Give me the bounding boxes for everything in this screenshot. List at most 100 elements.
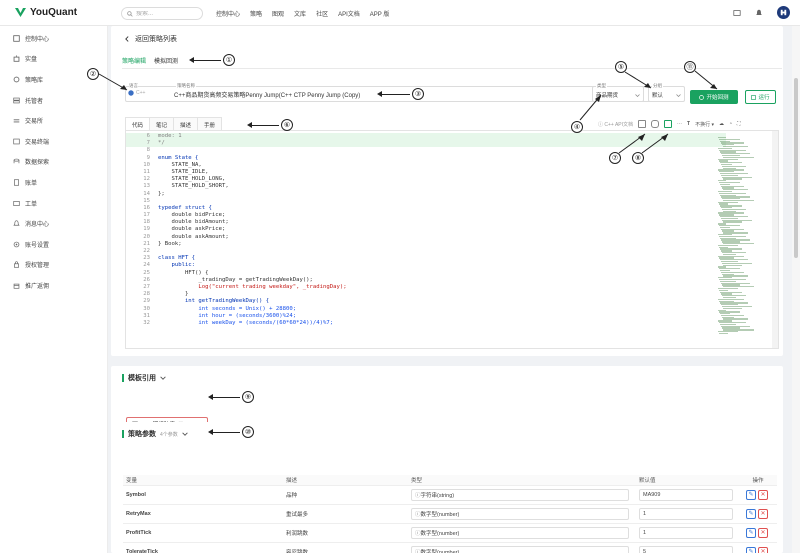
tab-divider [122,68,782,69]
history-icon[interactable]: ◔ [729,121,732,127]
code-line[interactable]: 18 double bidAmount; [126,219,726,226]
param-default-cell[interactable]: 1 [636,504,736,524]
code-line[interactable]: 12 STATE_HOLD_LONG, [126,176,726,183]
param-default-cell[interactable]: MA909 [636,485,736,505]
line-number: 29 [143,298,150,305]
delete-icon[interactable]: ✕ [758,527,768,538]
code-line[interactable]: 22 [126,248,726,255]
back-link[interactable]: 返回策略列表 [124,34,177,44]
cloud-sync-icon[interactable]: ☁ [719,121,724,127]
edit-icon[interactable]: ✎ [746,489,756,500]
param-default: 5 [643,548,647,553]
params-section-title[interactable]: 策略参数 4个参数 [122,429,188,439]
code-line[interactable]: 20 double askAmount; [126,234,726,241]
param-type-field[interactable]: ⓘ 数字型(number) [411,507,630,520]
sidebar-item-messages[interactable]: 消息中心 [0,213,107,234]
param-type-cell[interactable]: ⓘ 数字型(number) [408,542,636,553]
strategy-name-input[interactable]: C++商品期货高频交易策略Penny Jump(C++ CTP Penny Ju… [174,90,360,99]
param-type-field[interactable]: ⓘ 数字型(number) [411,526,630,539]
param-default-cell[interactable]: 5 [636,542,736,553]
code-line[interactable]: 27 Log("current trading weekday", _tradi… [126,284,726,291]
nav-strategy[interactable]: 策略 [250,9,262,18]
param-default: 1 [643,510,647,517]
logo[interactable]: YouQuant [14,6,77,19]
delete-icon[interactable]: ✕ [758,546,768,553]
search-input[interactable] [136,10,196,17]
param-type-cell[interactable]: ⓘ 字符串(string) [408,485,636,505]
code-minimap[interactable] [718,137,754,342]
delete-icon[interactable]: ✕ [758,508,768,519]
sidebar-item-dashboard[interactable]: 控制中心 [0,28,107,49]
code-line[interactable]: 29 int getTradingWeekDay() { [126,298,726,305]
code-line[interactable]: 26 _tradingDay = getTradingWeekDay(); [126,277,726,284]
run-button[interactable]: 运行 [745,90,776,104]
sidebar-item-live[interactable]: 实盘 [0,49,107,70]
param-default-field[interactable]: 5 [639,545,734,553]
code-line[interactable]: 32 int weekDay = (seconds/(60*60*24))/4)… [126,320,726,327]
sidebar-item-label: 实盘 [25,57,38,64]
code-line[interactable]: 17 double bidPrice; [126,212,726,219]
nav-charts[interactable]: 图观 [272,9,284,18]
param-type-cell[interactable]: ⓘ 数字型(number) [408,504,636,524]
sidebar-item-ticket[interactable]: 工单 [0,193,107,214]
sidebar-item-terminal[interactable]: 交易终端 [0,131,107,152]
nav-community[interactable]: 社区 [316,9,328,18]
code-line[interactable]: 31 int hour = (seconds/3600)%24; [126,313,726,320]
more-icon[interactable]: ⋯ [677,121,682,127]
code-line[interactable]: 19 double askPrice; [126,226,726,233]
sidebar-item-data[interactable]: 数据探索 [0,152,107,173]
save-icon[interactable] [638,120,647,128]
bell-icon[interactable] [755,9,763,17]
param-type-cell[interactable]: ⓘ 数字型(number) [408,523,636,543]
param-default-field[interactable]: MA909 [639,488,734,501]
code-line[interactable]: 14}; [126,191,726,198]
format-icon[interactable] [664,120,673,128]
edit-icon[interactable]: ✎ [746,546,756,553]
wrap-select[interactable]: 不换行 ▾ [695,121,714,128]
start-backtest-button[interactable]: 开始回测 [690,90,738,104]
code-line[interactable]: 13 STATE_HOLD_SHORT, [126,183,726,190]
code-editor[interactable]: 6 mode: 1 7 */ 8 9 enum State {10 STATE_NA, 11 … [125,130,779,349]
param-default-field[interactable]: 1 [639,526,734,539]
editor-scrollbar[interactable] [772,131,778,348]
sidebar-item-promo[interactable]: 推广返佣 [0,275,107,296]
nav-library[interactable]: 文库 [294,9,306,18]
code-line[interactable]: 11 STATE_IDLE, [126,169,726,176]
language-select[interactable]: 语言 C++ [128,83,145,96]
cloud-icon[interactable] [651,120,660,128]
avatar[interactable] [777,6,790,19]
language-icon[interactable] [733,9,741,17]
code-line[interactable]: 24 public: [126,262,726,269]
code-line[interactable]: 30 int seconds = Unix() + 28800; [126,306,726,313]
code-line[interactable]: 16 typedef struct { [126,205,726,212]
param-default-field[interactable]: 1 [639,507,734,520]
sidebar-item-account[interactable]: 账号设置 [0,234,107,255]
fullscreen-icon[interactable]: ⛶ [737,121,741,127]
search-box[interactable] [121,7,203,20]
edit-icon[interactable]: ✎ [746,508,756,519]
group-value: 默认 [652,93,664,99]
template-section-title[interactable]: 模板引用 [122,373,166,383]
param-default: MA909 [643,491,661,498]
code-line[interactable]: 23 class HFT { [126,255,726,262]
code-line[interactable]: 15 [126,198,726,205]
sidebar-item-auth[interactable]: 授权管理 [0,255,107,276]
param-default-cell[interactable]: 1 [636,523,736,543]
code-line[interactable]: 28 } [126,291,726,298]
code-line[interactable]: 25 HFT() { [126,270,726,277]
sidebar-item-exchange[interactable]: 交易所 [0,110,107,131]
sidebar-item-bill[interactable]: 账单 [0,172,107,193]
nav-dashboard[interactable]: 控制中心 [216,9,240,18]
edit-icon[interactable]: ✎ [746,527,756,538]
param-type-field[interactable]: ⓘ 字符串(string) [411,488,630,501]
nav-api-doc[interactable]: API文档 [338,9,360,18]
delete-icon[interactable]: ✕ [758,489,768,500]
param-type-field[interactable]: ⓘ 数字型(number) [411,545,630,553]
page-scroll-thumb[interactable] [794,78,798,258]
font-size-icon[interactable]: T [687,121,690,127]
sidebar-item-custodian[interactable]: 托管者 [0,90,107,111]
code-line[interactable]: 21} Book; [126,241,726,248]
nav-app[interactable]: APP 版 [370,9,390,18]
param-type: 数字型(number) [420,549,460,553]
page-scrollbar[interactable] [792,26,800,553]
